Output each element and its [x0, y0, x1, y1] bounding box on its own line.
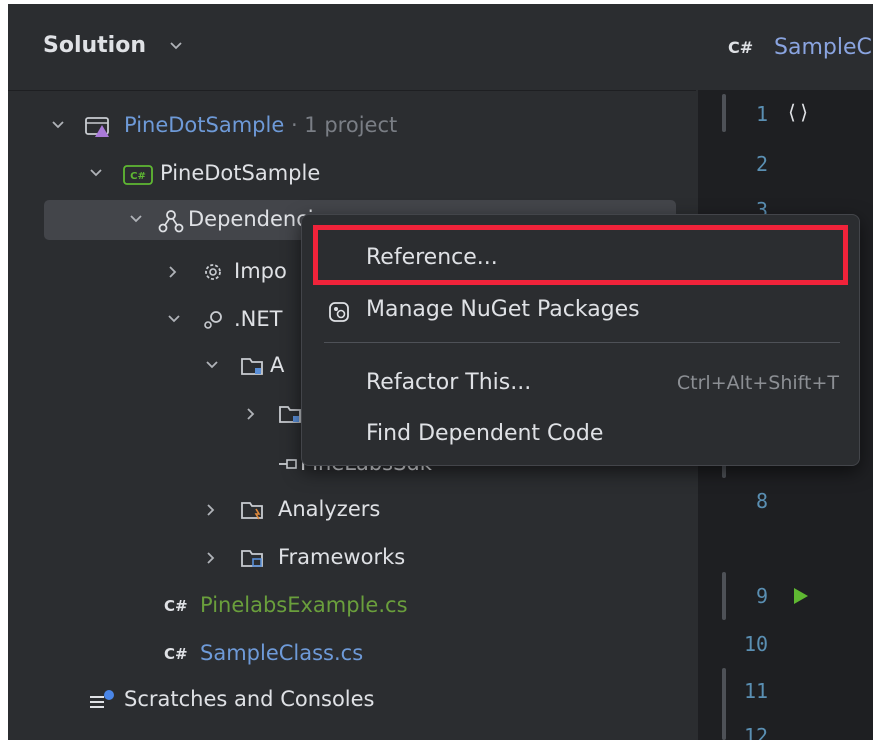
chevron-right-icon[interactable]: [244, 406, 258, 422]
chevron-right-icon[interactable]: [204, 550, 218, 566]
gutter-change-marker: [722, 668, 726, 740]
menu-item-label: Manage NuGet Packages: [366, 297, 640, 322]
tree-item-file-pinelabs-example[interactable]: C# PinelabsExample.cs: [8, 586, 696, 626]
scratches-label: Scratches and Consoles: [124, 687, 375, 711]
tree-item-frameworks[interactable]: Frameworks: [8, 538, 696, 578]
nuget-icon: [329, 302, 349, 322]
tree-item-analyzers[interactable]: Analyzers: [8, 490, 696, 530]
dotnet-icon: [204, 311, 222, 329]
solution-project-count: · 1 project: [290, 113, 398, 137]
dotnet-label: .NET: [234, 307, 283, 331]
scratches-icon: [90, 690, 114, 708]
tree-item-file-sample-class[interactable]: C# SampleClass.cs: [8, 634, 696, 674]
tree-item-project[interactable]: C# PineDotSample: [8, 154, 696, 194]
menu-item-shortcut: Ctrl+Alt+Shift+T: [676, 372, 839, 394]
solution-name-text: PineDotSample: [124, 113, 285, 137]
csharp-file-icon: C#: [164, 645, 188, 663]
chevron-right-icon[interactable]: [204, 502, 218, 518]
gutter-change-marker: [722, 572, 726, 620]
csharp-file-icon: C#: [164, 597, 188, 615]
context-menu: Reference... Manage NuGet Packages Refac…: [301, 214, 860, 466]
line-number: 1: [756, 102, 769, 126]
reference-icon: [279, 459, 297, 469]
line-number: 12: [744, 724, 769, 740]
chevron-down-icon[interactable]: [168, 40, 184, 52]
frameworks-label: Frameworks: [278, 545, 406, 569]
svg-text:C#: C#: [130, 171, 146, 182]
chevron-down-icon[interactable]: [88, 166, 104, 180]
imports-label: Impo: [234, 259, 287, 283]
project-name: PineDotSample: [160, 161, 321, 185]
menu-item-label: Reference...: [366, 245, 498, 270]
gear-icon: [205, 264, 221, 280]
dependencies-icon: [158, 210, 184, 233]
editor-tab-label: SampleC: [774, 35, 872, 60]
run-icon[interactable]: [792, 586, 810, 606]
chevron-right-icon[interactable]: [166, 264, 180, 280]
analyzers-folder-icon: [241, 502, 263, 520]
menu-separator: [324, 342, 840, 343]
line-number: 11: [744, 679, 769, 703]
tree-item-solution[interactable]: PineDotSample · 1 project: [8, 106, 696, 146]
line-number: 2: [756, 152, 769, 176]
chevron-down-icon[interactable]: [166, 312, 182, 326]
line-number: 8: [756, 489, 769, 513]
folder-icon: [241, 358, 263, 375]
file-name: SampleClass.cs: [200, 641, 364, 665]
line-number: 10: [744, 632, 769, 656]
menu-item-label: Refactor This...: [366, 370, 532, 395]
solution-icon: [85, 117, 109, 137]
frameworks-folder-icon: [241, 550, 263, 567]
ide-window: Solution PineDotSample · 1 project C# Pi…: [8, 4, 873, 740]
chevron-down-icon[interactable]: [128, 212, 144, 226]
solution-name: PineDotSample · 1 project: [124, 113, 397, 137]
assemblies-label: A: [270, 353, 285, 377]
line-number: 9: [756, 584, 769, 608]
solution-dropdown-label[interactable]: Solution: [43, 33, 146, 58]
chevron-down-icon[interactable]: [204, 358, 220, 372]
chevron-down-icon[interactable]: [50, 118, 66, 132]
csharp-project-icon: C#: [123, 165, 153, 185]
tree-item-scratches[interactable]: Scratches and Consoles: [8, 680, 696, 720]
solution-panel-header: Solution: [8, 4, 696, 91]
menu-item-label: Find Dependent Code: [366, 421, 604, 446]
file-name: PinelabsExample.cs: [200, 593, 408, 617]
gutter-change-marker: [722, 94, 726, 132]
csharp-file-icon: C#: [728, 38, 754, 57]
editor-tab-bar: C# SampleC: [698, 4, 873, 91]
fold-icon[interactable]: ⟨⟩: [786, 100, 810, 124]
analyzers-label: Analyzers: [278, 497, 381, 521]
